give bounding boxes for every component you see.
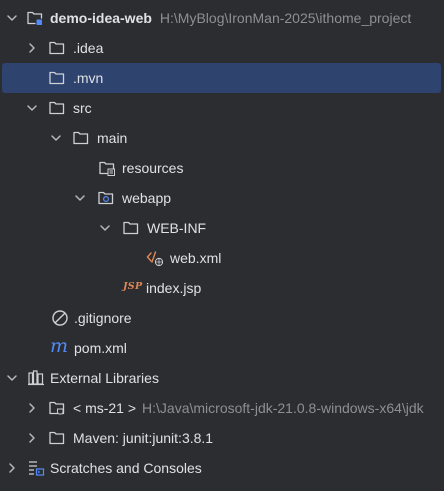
tree-row-gitignore[interactable]: .gitignore bbox=[0, 303, 444, 333]
chevron-down-icon[interactable] bbox=[4, 10, 20, 26]
folder-icon bbox=[73, 131, 89, 145]
tree-row-pomxml[interactable]: m pom.xml bbox=[0, 333, 444, 363]
tree-row-idea[interactable]: .idea bbox=[0, 33, 444, 63]
xml-file-icon bbox=[146, 251, 164, 267]
folder-label: External Libraries bbox=[50, 370, 159, 386]
chevron-down-icon[interactable] bbox=[48, 130, 64, 146]
sdk-folder-icon bbox=[49, 401, 65, 415]
tree-row-maven-junit[interactable]: Maven: junit:junit:3.8.1 bbox=[0, 423, 444, 453]
jdk-name: < ms-21 > bbox=[73, 400, 137, 416]
folder-label: WEB-INF bbox=[147, 220, 207, 236]
scratches-icon bbox=[29, 461, 45, 476]
chevron-right-icon[interactable] bbox=[24, 400, 40, 416]
chevron-down-icon[interactable] bbox=[97, 220, 113, 236]
folder-label: src bbox=[73, 100, 92, 116]
maven-file-icon: m bbox=[50, 335, 69, 357]
folder-label: resources bbox=[122, 160, 184, 176]
chevron-down-icon[interactable] bbox=[24, 100, 40, 116]
library-label: Maven: junit:junit:3.8.1 bbox=[73, 430, 214, 446]
tree-row-src[interactable]: src bbox=[0, 93, 444, 123]
file-label: pom.xml bbox=[74, 340, 127, 356]
library-folder-icon bbox=[49, 431, 65, 445]
folder-label: .idea bbox=[73, 40, 104, 56]
chevron-right-icon[interactable] bbox=[24, 430, 40, 446]
chevron-right-icon[interactable] bbox=[4, 460, 20, 476]
ignore-file-icon bbox=[52, 310, 68, 326]
tree-row-mvn[interactable]: .mvn bbox=[0, 63, 444, 93]
file-label: index.jsp bbox=[146, 280, 202, 296]
folder-icon bbox=[49, 101, 65, 115]
chevron-right-icon[interactable] bbox=[24, 40, 40, 56]
tree-row-webapp[interactable]: webapp bbox=[0, 183, 444, 213]
chevron-down-icon[interactable] bbox=[4, 370, 20, 386]
tree-row-resources[interactable]: resources bbox=[0, 153, 444, 183]
tree-row-webxml[interactable]: web.xml bbox=[0, 243, 444, 273]
folder-label: webapp bbox=[122, 190, 172, 206]
tree-row-external-libraries[interactable]: External Libraries bbox=[0, 363, 444, 393]
file-label: web.xml bbox=[170, 250, 222, 266]
resources-folder-icon bbox=[99, 161, 115, 176]
tree-row-webinf[interactable]: WEB-INF bbox=[0, 213, 444, 243]
tree-row-jdk[interactable]: < ms-21 > H:\Java\microsoft-jdk-21.0.8-wi… bbox=[0, 393, 444, 423]
web-folder-icon bbox=[98, 191, 114, 205]
file-label: .gitignore bbox=[74, 310, 132, 326]
tree-row-main[interactable]: main bbox=[0, 123, 444, 153]
project-path: H:\MyBlog\IronMan-2025\ithome_project bbox=[159, 10, 412, 26]
project-name: demo-idea-web bbox=[50, 10, 152, 26]
folder-label: .mvn bbox=[73, 70, 104, 86]
jsp-file-icon: JSP bbox=[123, 281, 143, 292]
folder-label: main bbox=[97, 130, 128, 146]
jdk-path: H:\Java\microsoft-jdk-21.0.8-windows-x64… bbox=[142, 400, 424, 416]
folder-label: Scratches and Consoles bbox=[50, 460, 202, 476]
tree-row-scratches[interactable]: Scratches and Consoles bbox=[0, 453, 444, 483]
folder-icon bbox=[123, 221, 139, 235]
chevron-down-icon[interactable] bbox=[72, 190, 88, 206]
module-folder-icon bbox=[27, 11, 43, 26]
project-tree: demo-idea-web H:\MyBlog\IronMan-2025\itho… bbox=[0, 3, 444, 483]
project-root-label: demo-idea-web H:\MyBlog\IronMan-2025\itho… bbox=[50, 10, 411, 26]
folder-icon bbox=[49, 41, 65, 55]
jdk-label: < ms-21 > H:\Java\microsoft-jdk-21.0.8-wi… bbox=[73, 400, 424, 416]
folder-icon bbox=[49, 71, 65, 85]
library-icon bbox=[28, 370, 44, 386]
tree-row-root[interactable]: demo-idea-web H:\MyBlog\IronMan-2025\itho… bbox=[0, 3, 444, 33]
tree-row-indexjsp[interactable]: JSP index.jsp bbox=[0, 273, 444, 303]
